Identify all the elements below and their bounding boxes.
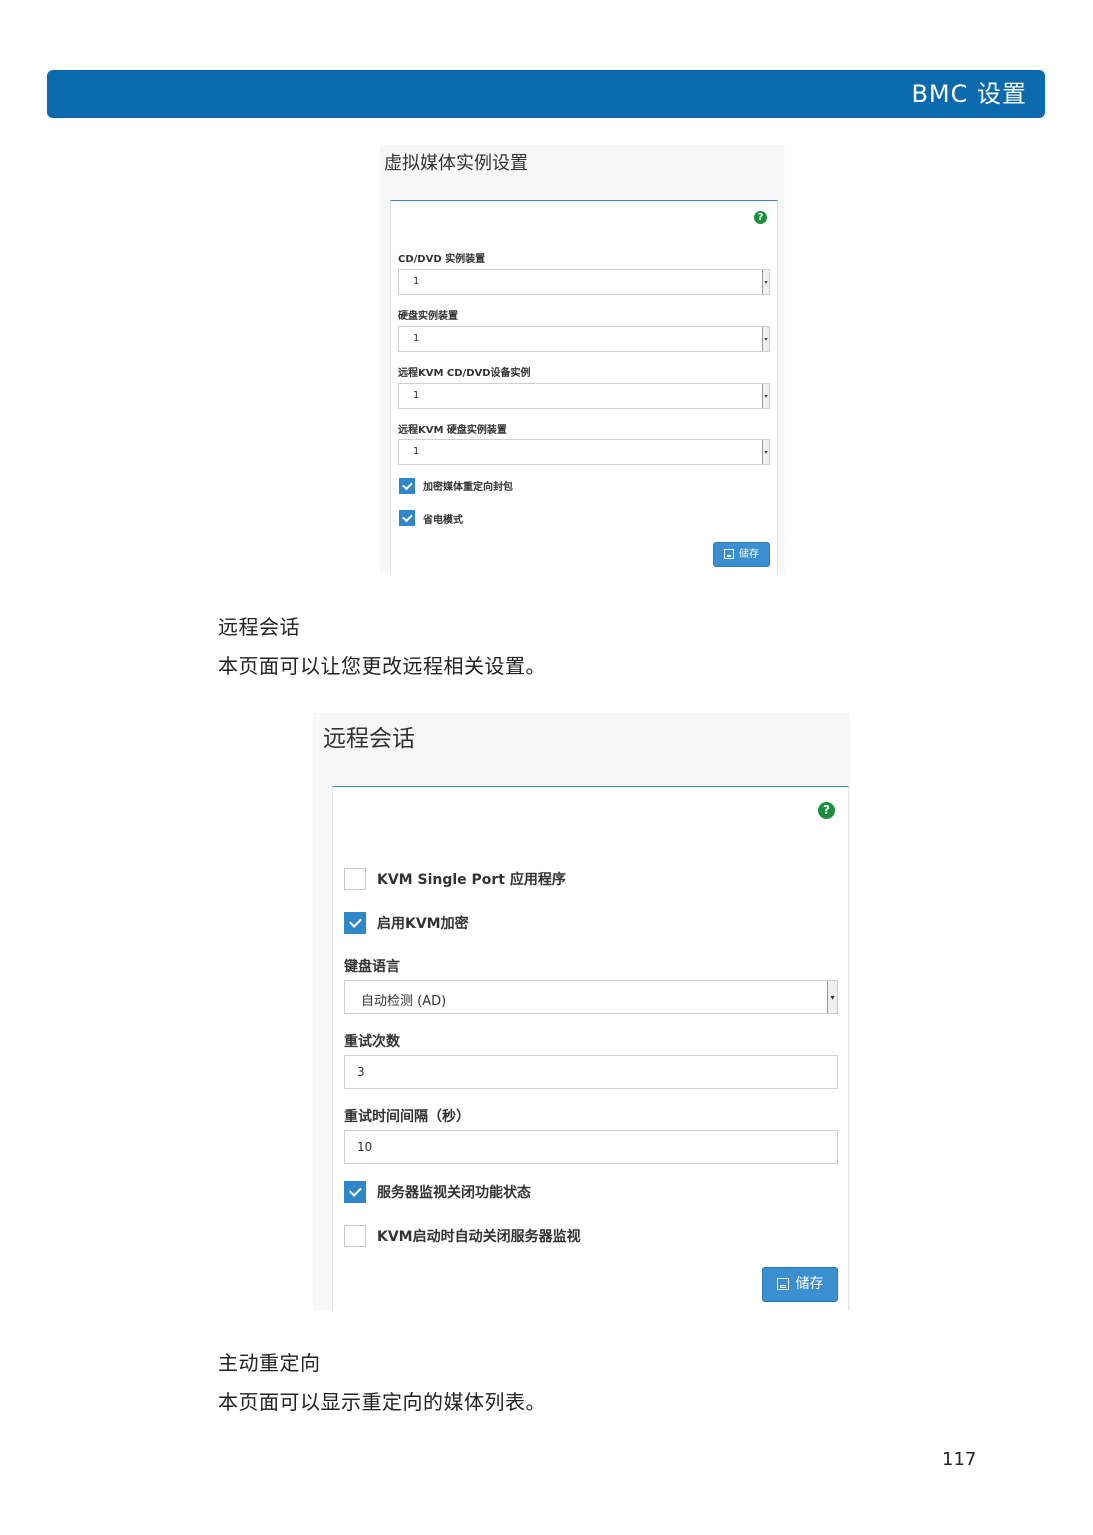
virtual-media-panel: 虚拟媒体实例设置 ? CD/DVD 实例装置 1 ▾ 硬盘实例装置 1 ▾ 远程… — [380, 145, 785, 574]
header-title: BMC 设置 — [911, 80, 1027, 108]
virtual-media-title: 虚拟媒体实例设置 — [384, 153, 528, 174]
keyboard-language-value: 自动检测 (AD) — [361, 994, 447, 1009]
section-heading-active-redirection: 主动重定向 — [218, 1351, 321, 1375]
check-icon — [402, 479, 413, 491]
section-heading-remote-session: 远程会话 — [218, 615, 300, 639]
cd-dvd-instance-label: CD/DVD 实例装置 — [398, 254, 486, 265]
kvm-cd-dvd-instance-value: 1 — [413, 390, 420, 401]
retry-count-input[interactable]: 3 — [344, 1055, 838, 1089]
chevron-down-icon: ▾ — [762, 440, 769, 464]
server-monitor-off-checkbox[interactable] — [344, 1181, 366, 1203]
encrypt-media-checkbox[interactable] — [399, 478, 415, 494]
save-button[interactable]: 储存 — [713, 542, 770, 567]
save-icon — [724, 549, 734, 559]
help-icon[interactable]: ? — [818, 802, 835, 819]
cd-dvd-instance-value: 1 — [413, 276, 420, 287]
retry-interval-label: 重试时间间隔（秒） — [344, 1109, 470, 1125]
header-bar: BMC 设置 — [47, 70, 1045, 118]
remote-session-title: 远程会话 — [323, 726, 415, 752]
encrypt-media-label: 加密媒体重定向封包 — [423, 482, 513, 493]
section-description-active-redirection: 本页面可以显示重定向的媒体列表。 — [218, 1390, 546, 1414]
kvm-hdd-instance-label: 远程KVM 硬盘实例装置 — [398, 425, 507, 436]
help-icon[interactable]: ? — [754, 211, 767, 224]
chevron-down-icon: ▾ — [762, 327, 769, 351]
server-monitor-off-label: 服务器监视关闭功能状态 — [377, 1185, 531, 1201]
kvm-encrypt-label: 启用KVM加密 — [377, 916, 469, 932]
kvm-cd-dvd-instance-label: 远程KVM CD/DVD设备实例 — [398, 368, 531, 379]
save-button-label: 储存 — [795, 1276, 824, 1292]
chevron-down-icon: ▾ — [762, 384, 769, 408]
hdd-instance-select[interactable]: 1 ▾ — [398, 326, 770, 352]
chevron-down-icon: ▾ — [827, 981, 837, 1013]
keyboard-language-label: 键盘语言 — [344, 959, 400, 975]
retry-interval-value: 10 — [357, 1140, 373, 1154]
remote-session-panel: 远程会话 ? KVM Single Port 应用程序 启用KVM加密 键盘语言… — [313, 713, 850, 1311]
save-icon — [776, 1278, 789, 1290]
kvm-auto-off-label: KVM启动时自动关闭服务器监视 — [377, 1229, 581, 1245]
check-icon — [349, 1184, 362, 1197]
retry-count-label: 重试次数 — [344, 1034, 400, 1050]
kvm-auto-off-checkbox[interactable] — [344, 1225, 366, 1247]
virtual-media-card: ? CD/DVD 实例装置 1 ▾ 硬盘实例装置 1 ▾ 远程KVM CD/DV… — [390, 200, 778, 574]
check-icon — [349, 915, 362, 928]
kvm-hdd-instance-select[interactable]: 1 ▾ — [398, 439, 770, 465]
kvm-hdd-instance-value: 1 — [413, 446, 420, 457]
kvm-single-port-label: KVM Single Port 应用程序 — [377, 872, 566, 888]
save-button[interactable]: 储存 — [762, 1267, 838, 1302]
section-description-remote-session: 本页面可以让您更改远程相关设置。 — [218, 654, 546, 678]
check-icon — [402, 511, 413, 523]
retry-count-value: 3 — [357, 1065, 365, 1079]
kvm-encrypt-checkbox[interactable] — [344, 912, 366, 934]
hdd-instance-value: 1 — [413, 333, 420, 344]
kvm-cd-dvd-instance-select[interactable]: 1 ▾ — [398, 383, 770, 409]
power-save-label: 省电模式 — [423, 515, 463, 526]
power-save-checkbox[interactable] — [399, 510, 415, 526]
hdd-instance-label: 硬盘实例装置 — [398, 311, 458, 322]
kvm-single-port-checkbox[interactable] — [344, 868, 366, 890]
chevron-down-icon: ▾ — [762, 270, 769, 294]
cd-dvd-instance-select[interactable]: 1 ▾ — [398, 269, 770, 295]
retry-interval-input[interactable]: 10 — [344, 1130, 838, 1164]
keyboard-language-select[interactable]: 自动检测 (AD) ▾ — [344, 980, 838, 1014]
page-number: 117 — [942, 1449, 977, 1470]
remote-session-card: ? KVM Single Port 应用程序 启用KVM加密 键盘语言 自动检测… — [332, 786, 849, 1311]
save-button-label: 储存 — [739, 549, 759, 560]
